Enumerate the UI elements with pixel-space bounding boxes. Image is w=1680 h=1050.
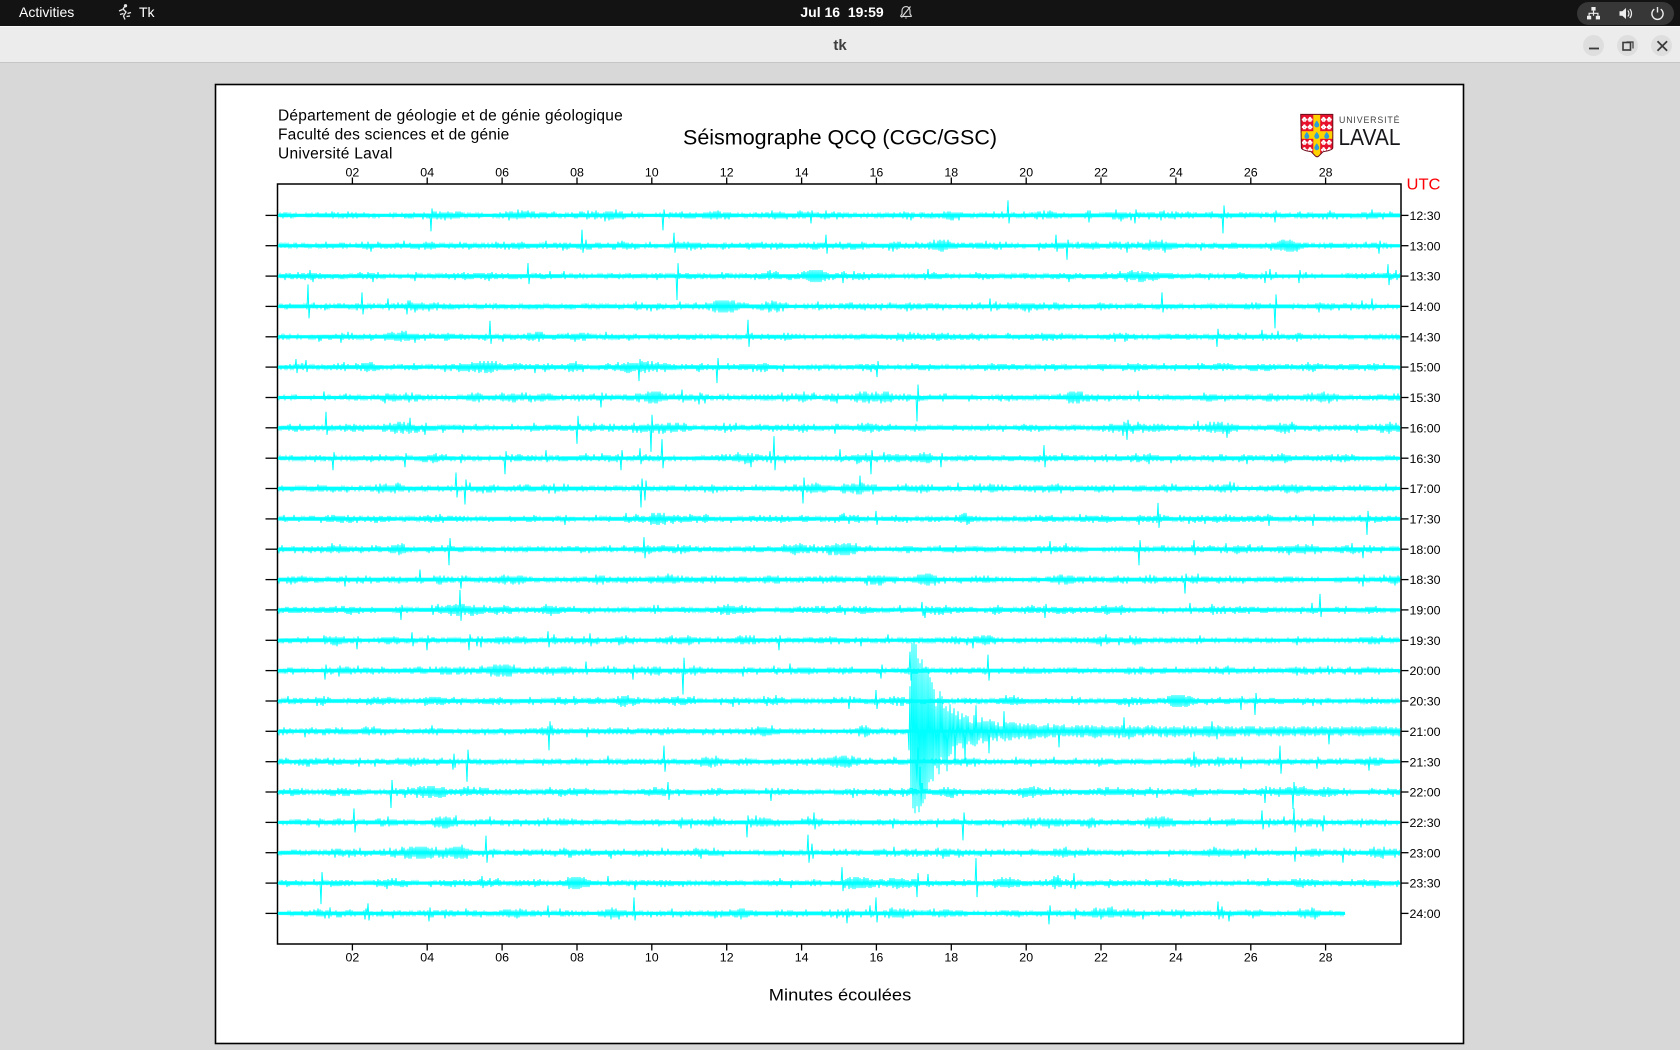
svg-text:16: 16 <box>870 951 884 965</box>
svg-text:18: 18 <box>944 951 958 965</box>
svg-text:23:00: 23:00 <box>1410 846 1441 860</box>
svg-text:Minutes écoulées: Minutes écoulées <box>769 986 912 1005</box>
svg-text:20: 20 <box>1019 951 1033 965</box>
svg-text:15:30: 15:30 <box>1410 391 1441 405</box>
svg-text:12:30: 12:30 <box>1410 209 1441 223</box>
svg-text:06: 06 <box>495 951 509 965</box>
svg-text:20: 20 <box>1019 166 1033 180</box>
svg-text:14:30: 14:30 <box>1410 330 1441 344</box>
svg-text:08: 08 <box>570 951 584 965</box>
svg-text:14: 14 <box>795 166 809 180</box>
svg-text:Université Laval: Université Laval <box>278 145 392 162</box>
svg-text:LAVAL: LAVAL <box>1339 124 1401 150</box>
svg-text:10: 10 <box>645 166 659 180</box>
svg-text:12: 12 <box>720 951 734 965</box>
svg-text:23:30: 23:30 <box>1410 877 1441 891</box>
svg-text:16:30: 16:30 <box>1410 452 1441 466</box>
svg-text:20:00: 20:00 <box>1410 664 1441 678</box>
svg-text:26: 26 <box>1244 166 1258 180</box>
svg-text:28: 28 <box>1319 951 1333 965</box>
svg-text:13:30: 13:30 <box>1410 270 1441 284</box>
svg-text:24:00: 24:00 <box>1410 907 1441 921</box>
svg-text:13:00: 13:00 <box>1410 239 1441 253</box>
svg-text:22: 22 <box>1094 951 1108 965</box>
svg-text:02: 02 <box>346 951 360 965</box>
svg-text:Faculté des sciences et de gén: Faculté des sciences et de génie <box>278 126 509 143</box>
svg-text:24: 24 <box>1169 166 1183 180</box>
svg-text:22:00: 22:00 <box>1410 786 1441 800</box>
svg-text:18:00: 18:00 <box>1410 543 1441 557</box>
svg-text:04: 04 <box>420 166 434 180</box>
svg-text:16:00: 16:00 <box>1410 421 1441 435</box>
svg-text:21:30: 21:30 <box>1410 755 1441 769</box>
svg-text:08: 08 <box>570 166 584 180</box>
svg-text:21:00: 21:00 <box>1410 725 1441 739</box>
svg-text:24: 24 <box>1169 951 1183 965</box>
svg-text:14:00: 14:00 <box>1410 300 1441 314</box>
svg-text:14: 14 <box>795 951 809 965</box>
svg-text:Séismographe QCQ (CGC/GSC): Séismographe QCQ (CGC/GSC) <box>683 126 997 150</box>
svg-text:20:30: 20:30 <box>1410 695 1441 709</box>
svg-text:17:30: 17:30 <box>1410 513 1441 527</box>
svg-text:19:30: 19:30 <box>1410 634 1441 648</box>
svg-text:12: 12 <box>720 166 734 180</box>
svg-text:18:30: 18:30 <box>1410 573 1441 587</box>
svg-text:22:30: 22:30 <box>1410 816 1441 830</box>
svg-text:04: 04 <box>420 951 434 965</box>
svg-text:15:00: 15:00 <box>1410 361 1441 375</box>
svg-text:28: 28 <box>1319 166 1333 180</box>
svg-text:17:00: 17:00 <box>1410 482 1441 496</box>
svg-text:02: 02 <box>346 166 360 180</box>
svg-text:UTC: UTC <box>1407 177 1441 194</box>
svg-text:22: 22 <box>1094 166 1108 180</box>
svg-text:26: 26 <box>1244 951 1258 965</box>
svg-text:10: 10 <box>645 951 659 965</box>
svg-text:18: 18 <box>944 166 958 180</box>
svg-text:19:00: 19:00 <box>1410 604 1441 618</box>
svg-text:06: 06 <box>495 166 509 180</box>
svg-text:Département de géologie et de: Département de géologie et de génie géol… <box>278 107 623 124</box>
svg-text:16: 16 <box>870 166 884 180</box>
